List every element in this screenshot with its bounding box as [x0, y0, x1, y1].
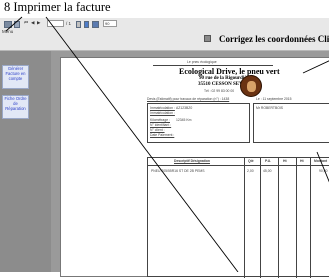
callout-lines [5, 16, 329, 272]
callout-line [45, 16, 239, 272]
callout-line [316, 151, 329, 183]
callout-line [302, 60, 329, 74]
callout-line [5, 16, 23, 32]
